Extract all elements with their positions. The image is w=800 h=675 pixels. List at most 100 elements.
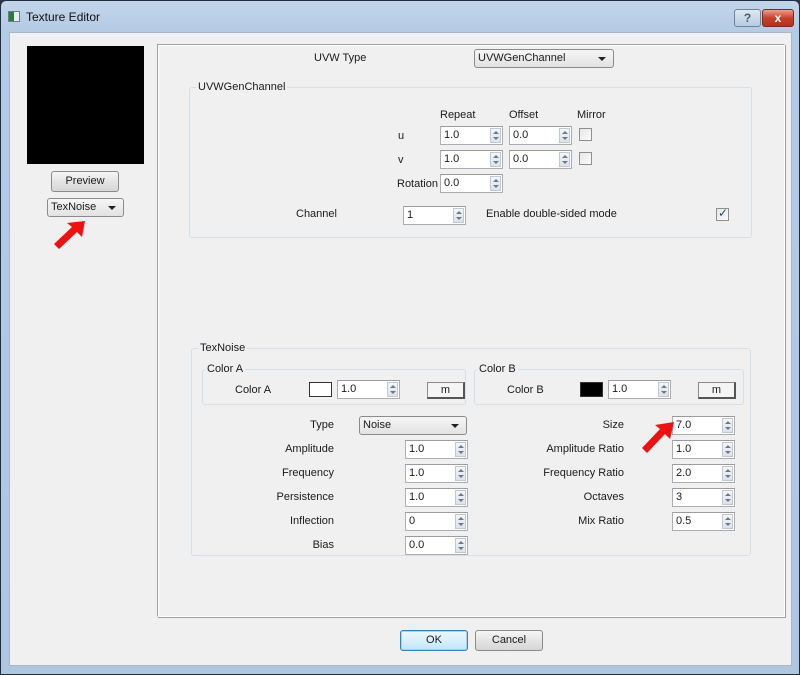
size-label: Size: [602, 419, 624, 431]
group-title: TexNoise: [198, 342, 248, 354]
channel-value: 1: [407, 209, 414, 221]
amplitude-label: Amplitude: [285, 443, 334, 455]
spin-arrows-icon[interactable]: [722, 466, 733, 481]
size-spinbox[interactable]: 7.0: [672, 416, 735, 435]
color-b-map-button[interactable]: m: [698, 382, 736, 399]
spin-arrows-icon[interactable]: [453, 208, 464, 223]
octaves-label: Octaves: [583, 491, 624, 503]
spin-arrows-icon[interactable]: [658, 382, 669, 397]
color-a-swatch[interactable]: [309, 382, 332, 397]
mirror-column-header: Mirror: [577, 109, 606, 121]
texture-editor-window: Texture Editor ? x Preview TexNoise UVW …: [0, 0, 800, 675]
spin-arrows-icon[interactable]: [722, 490, 733, 505]
v-row-label: v: [398, 154, 404, 166]
color-a-multiplier-spinbox[interactable]: 1.0: [337, 380, 400, 399]
u-repeat-value: 1.0: [444, 129, 460, 141]
spin-arrows-icon[interactable]: [455, 538, 466, 553]
annotation-arrow-icon: [54, 221, 85, 249]
bias-value: 0.0: [409, 539, 425, 551]
main-settings-panel: UVW Type UVWGenChannel UVWGenChannel Rep…: [157, 44, 785, 617]
ok-button[interactable]: OK: [400, 630, 468, 651]
v-repeat-spinbox[interactable]: 1.0: [440, 150, 503, 169]
repeat-column-header: Repeat: [440, 109, 476, 121]
spin-arrows-icon[interactable]: [559, 128, 570, 143]
texture-type-select[interactable]: TexNoise: [47, 198, 124, 217]
amplitude-ratio-value: 1.0: [676, 443, 692, 455]
v-mirror-checkbox[interactable]: [579, 152, 592, 165]
help-button[interactable]: ?: [734, 9, 761, 27]
annotation-arrow-icon: [642, 422, 674, 453]
preview-button[interactable]: Preview: [51, 171, 119, 192]
dialog-client-area: Preview TexNoise UVW Type UVWGenChannel …: [9, 32, 792, 666]
spin-arrows-icon[interactable]: [559, 152, 570, 167]
uvw-type-label: UVW Type: [314, 52, 367, 64]
offset-column-header: Offset: [509, 109, 539, 121]
color-a-map-button[interactable]: m: [427, 382, 465, 399]
mix-ratio-label: Mix Ratio: [578, 515, 624, 527]
double-sided-checkbox[interactable]: [716, 206, 729, 221]
chevron-down-icon: [108, 206, 116, 210]
frequency-ratio-label: Frequency Ratio: [543, 467, 624, 479]
inflection-label: Inflection: [289, 515, 334, 527]
spin-arrows-icon[interactable]: [490, 128, 501, 143]
v-offset-value: 0.0: [513, 153, 529, 165]
amplitude-ratio-label: Amplitude Ratio: [546, 443, 624, 455]
spin-arrows-icon[interactable]: [722, 418, 733, 433]
v-offset-spinbox[interactable]: 0.0: [509, 150, 572, 169]
group-title: UVWGenChannel: [196, 81, 288, 93]
color-b-swatch[interactable]: [580, 382, 603, 397]
app-icon: [8, 11, 20, 22]
spin-arrows-icon[interactable]: [722, 514, 733, 529]
texture-preview: [27, 46, 144, 164]
amplitude-ratio-spinbox[interactable]: 1.0: [672, 440, 735, 459]
noise-type-label: Type: [310, 419, 334, 431]
uvw-type-value: UVWGenChannel: [478, 52, 566, 64]
noise-type-select[interactable]: Noise: [359, 416, 467, 435]
v-repeat-value: 1.0: [444, 153, 460, 165]
rotation-label: Rotation: [397, 178, 438, 190]
rotation-spinbox[interactable]: 0.0: [440, 174, 503, 193]
u-offset-spinbox[interactable]: 0.0: [509, 126, 572, 145]
window-title: Texture Editor: [26, 10, 101, 24]
u-row-label: u: [398, 130, 405, 142]
color-b-group: Color B Color B 1.0 m: [474, 363, 744, 405]
color-b-label: Color B: [507, 384, 544, 396]
double-sided-label: Enable double-sided mode: [486, 208, 617, 220]
uvwgenchannel-group: UVWGenChannel Repeat Offset Mirror u 1.0…: [189, 81, 752, 238]
title-bar[interactable]: Texture Editor ? x: [1, 1, 799, 32]
chevron-down-icon: [598, 57, 606, 61]
texture-type-value: TexNoise: [51, 201, 97, 213]
close-icon: x: [774, 11, 782, 25]
mix-ratio-spinbox[interactable]: 0.5: [672, 512, 735, 531]
color-a-label: Color A: [235, 384, 272, 396]
frequency-ratio-spinbox[interactable]: 2.0: [672, 464, 735, 483]
frequency-value: 1.0: [409, 467, 425, 479]
persistence-label: Persistence: [276, 491, 334, 503]
octaves-spinbox[interactable]: 3: [672, 488, 735, 507]
group-title: Color B: [477, 363, 518, 375]
amplitude-value: 1.0: [409, 443, 425, 455]
spin-arrows-icon[interactable]: [387, 382, 398, 397]
channel-spinbox[interactable]: 1: [403, 206, 466, 225]
size-value: 7.0: [676, 419, 692, 431]
inflection-value: 0: [409, 515, 416, 527]
spin-arrows-icon[interactable]: [722, 442, 733, 457]
rotation-value: 0.0: [444, 177, 460, 189]
u-mirror-checkbox[interactable]: [579, 128, 592, 141]
spin-arrows-icon[interactable]: [490, 176, 501, 191]
frequency-label: Frequency: [282, 467, 334, 479]
group-title: Color A: [205, 363, 246, 375]
uvw-type-select[interactable]: UVWGenChannel: [474, 49, 614, 68]
color-a-group: Color A Color A 1.0 m: [202, 363, 466, 405]
mix-ratio-value: 0.5: [676, 515, 692, 527]
color-b-multiplier-value: 1.0: [612, 383, 628, 395]
bias-label: Bias: [312, 539, 334, 551]
cancel-button[interactable]: Cancel: [475, 630, 543, 651]
channel-label: Channel: [296, 208, 337, 220]
spin-arrows-icon[interactable]: [490, 152, 501, 167]
bias-spinbox[interactable]: 0.0: [405, 536, 468, 555]
close-button[interactable]: x: [762, 9, 794, 27]
u-repeat-spinbox[interactable]: 1.0: [440, 126, 503, 145]
frequency-ratio-value: 2.0: [676, 467, 692, 479]
color-b-multiplier-spinbox[interactable]: 1.0: [608, 380, 671, 399]
